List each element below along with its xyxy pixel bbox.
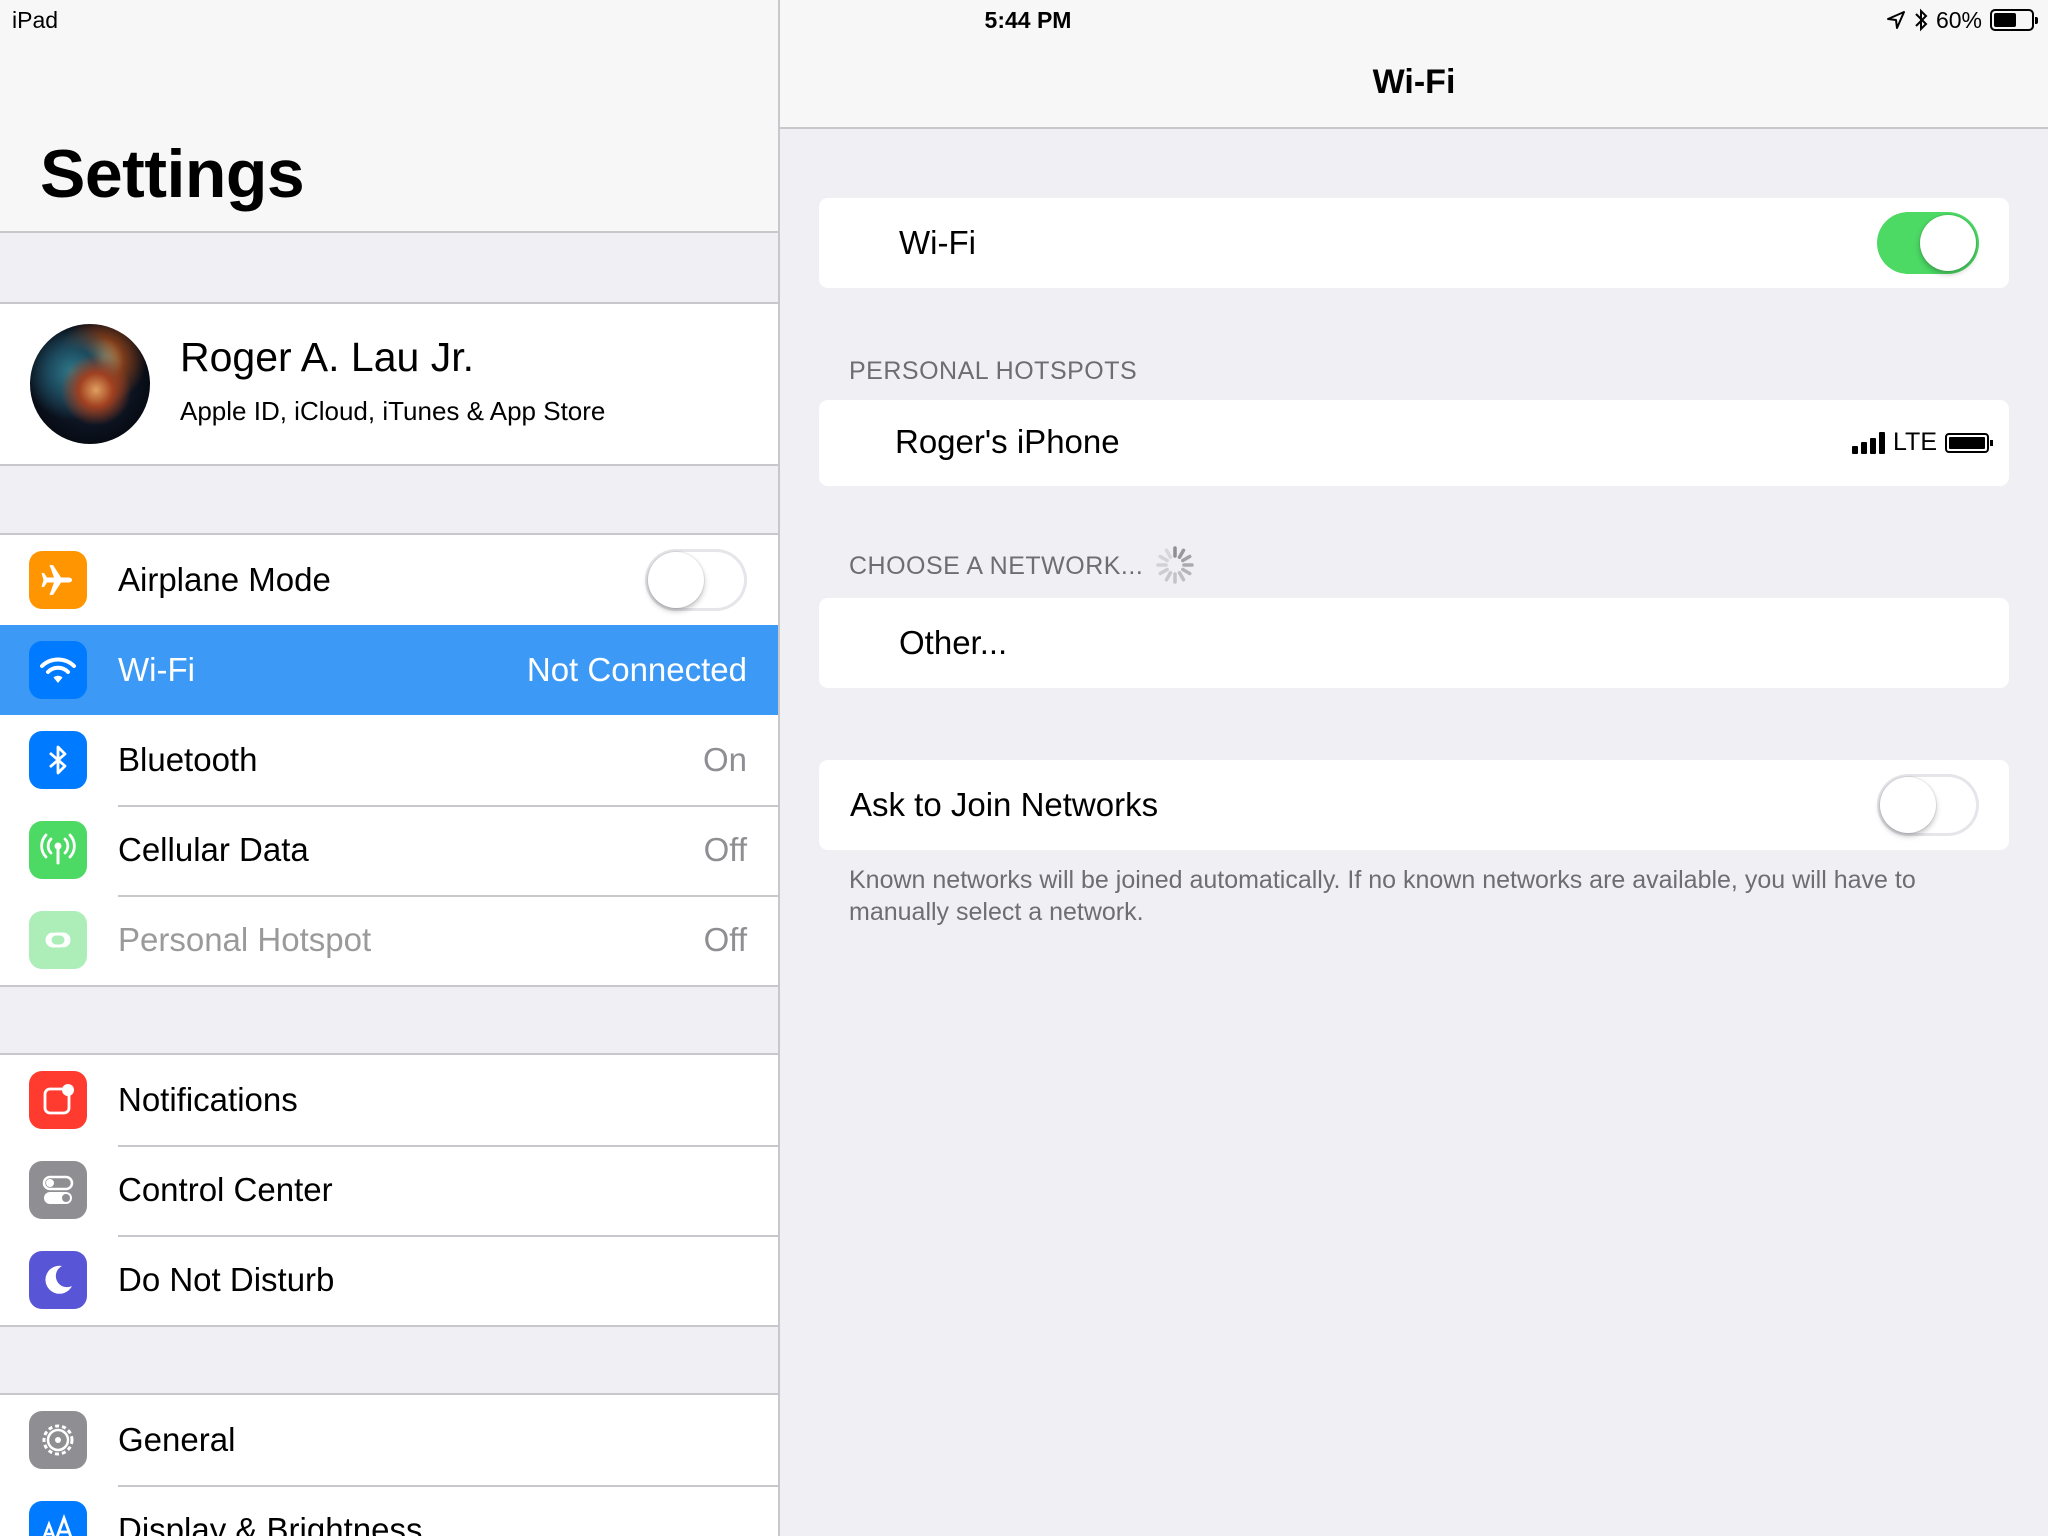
general-group: General Display & Brightness (0, 1393, 778, 1536)
sidebar-item-bluetooth[interactable]: Bluetooth On (0, 715, 778, 805)
hotspot-status: LTE (1852, 428, 1993, 457)
status-right: 60% (1886, 6, 2038, 34)
connectivity-group: Airplane Mode Wi-Fi Not Connected Blueto… (0, 533, 778, 987)
text-size-icon (29, 1501, 87, 1536)
ask-to-join-row: Ask to Join Networks (819, 760, 2009, 850)
gear-icon (29, 1411, 87, 1469)
sidebar-item-label: Personal Hotspot (118, 921, 372, 958)
hotspot-icon (29, 911, 87, 969)
sidebar-item-label: Airplane Mode (118, 561, 331, 598)
avatar (30, 324, 150, 444)
page-title: Settings (40, 136, 305, 212)
notifications-icon (29, 1071, 87, 1129)
hotspot-name: Roger's iPhone (895, 423, 1120, 460)
ask-to-join-toggle[interactable] (1877, 774, 1979, 836)
other-network-row[interactable]: Other... (819, 598, 2009, 688)
sidebar-item-label: Wi-Fi (118, 651, 195, 688)
sidebar-item-label: Do Not Disturb (118, 1261, 335, 1298)
sidebar-item-label: Cellular Data (118, 831, 309, 868)
airplane-icon (29, 551, 87, 609)
sidebar-item-wifi[interactable]: Wi-Fi Not Connected (0, 625, 778, 715)
sidebar-item-label: General (118, 1421, 236, 1458)
profile-subtitle: Apple ID, iCloud, iTunes & App Store (180, 396, 606, 426)
control-center-icon (29, 1161, 87, 1219)
other-network-label: Other... (899, 624, 1008, 661)
location-icon (1886, 11, 1905, 29)
sidebar-item-notifications[interactable]: Notifications (0, 1055, 778, 1145)
moon-icon (29, 1251, 87, 1309)
profile-group: Roger A. Lau Jr. Apple ID, iCloud, iTune… (0, 302, 778, 466)
battery-percent: 60% (1935, 6, 1982, 33)
sidebar-item-control-center[interactable]: Control Center (0, 1145, 778, 1235)
bluetooth-status-icon (1915, 8, 1928, 32)
status-time: 5:44 PM (984, 7, 1072, 33)
sidebar-item-general[interactable]: General (0, 1395, 778, 1485)
choose-network-header: CHOOSE A NETWORK... (849, 552, 1144, 580)
sidebar-item-label: Notifications (118, 1081, 298, 1118)
airplane-mode-toggle[interactable] (645, 549, 747, 611)
status-bar: iPad 5:44 PM 60% (0, 0, 2048, 40)
wifi-toggle-row: Wi-Fi (819, 198, 2009, 288)
sidebar-item-airplane-mode[interactable]: Airplane Mode (0, 535, 778, 625)
pane-divider (778, 0, 780, 1536)
profile-name: Roger A. Lau Jr. (180, 334, 475, 380)
wifi-toggle-label: Wi-Fi (899, 224, 976, 261)
antenna-icon (29, 821, 87, 879)
wifi-toggle[interactable] (1877, 212, 1979, 274)
ask-to-join-footer: Known networks will be joined automatica… (849, 866, 1916, 926)
system-group: Notifications Control Center Do Not Dist… (0, 1053, 778, 1327)
sidebar-item-cellular-data[interactable]: Cellular Data Off (0, 805, 778, 895)
settings-sidebar: Settings Roger A. Lau Jr. Apple ID, iClo… (0, 0, 778, 1536)
sidebar-item-display-brightness[interactable]: Display & Brightness (0, 1485, 778, 1536)
sidebar-item-value: Off (703, 921, 747, 958)
personal-hotspots-header: PERSONAL HOTSPOTS (849, 357, 1138, 385)
sidebar-item-label: Bluetooth (118, 741, 258, 778)
battery-icon (1990, 9, 2038, 31)
wifi-icon (29, 641, 87, 699)
sidebar-item-personal-hotspot[interactable]: Personal Hotspot Off (0, 895, 778, 985)
sidebar-item-do-not-disturb[interactable]: Do Not Disturb (0, 1235, 778, 1325)
detail-title: Wi-Fi (1372, 63, 1456, 101)
bluetooth-icon (29, 731, 87, 789)
hotspot-network-type: LTE (1893, 428, 1937, 456)
ask-to-join-label: Ask to Join Networks (850, 786, 1159, 823)
sidebar-item-label: Control Center (118, 1171, 333, 1208)
loading-spinner-icon (1156, 546, 1194, 584)
profile-row[interactable]: Roger A. Lau Jr. Apple ID, iCloud, iTune… (0, 304, 778, 464)
sidebar-item-value: Not Connected (526, 651, 747, 688)
hotspot-row[interactable]: Roger's iPhone LTE (819, 400, 2009, 486)
sidebar-item-value: Off (703, 831, 747, 868)
hotspot-battery-icon (1945, 432, 1993, 453)
sidebar-item-value: On (702, 741, 747, 778)
signal-bars-icon (1852, 431, 1885, 454)
sidebar-item-label: Display & Brightness (118, 1511, 423, 1536)
